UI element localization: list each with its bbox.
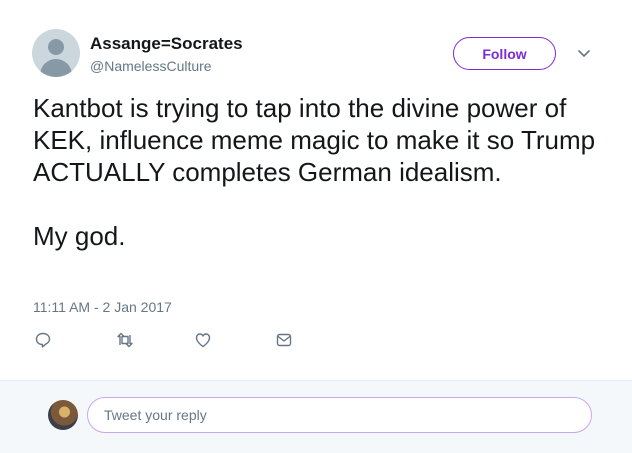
user-display-name[interactable]: Assange=Socrates xyxy=(90,34,243,54)
user-handle[interactable]: @NamelessCulture xyxy=(90,58,212,74)
direct-message-icon[interactable] xyxy=(275,331,295,351)
tweet-actions xyxy=(0,331,632,353)
user-avatar[interactable] xyxy=(32,29,80,77)
heart-icon[interactable] xyxy=(194,331,214,351)
follow-button[interactable]: Follow xyxy=(453,37,556,70)
reply-composer: Tweet your reply xyxy=(0,380,632,453)
chevron-down-icon[interactable] xyxy=(576,46,592,62)
tweet-text: Kantbot is trying to tap into the divine… xyxy=(33,92,608,252)
reply-icon[interactable] xyxy=(34,331,54,351)
retweet-icon[interactable] xyxy=(116,331,136,351)
tweet-timestamp[interactable]: 11:11 AM - 2 Jan 2017 xyxy=(33,299,172,315)
reply-input[interactable]: Tweet your reply xyxy=(87,397,592,433)
tweet-paragraph: My god. xyxy=(33,221,126,251)
current-user-avatar xyxy=(48,400,78,430)
tweet-paragraph: Kantbot is trying to tap into the divine… xyxy=(33,93,596,187)
tweet-card: Assange=Socrates @NamelessCulture Follow… xyxy=(0,0,632,380)
